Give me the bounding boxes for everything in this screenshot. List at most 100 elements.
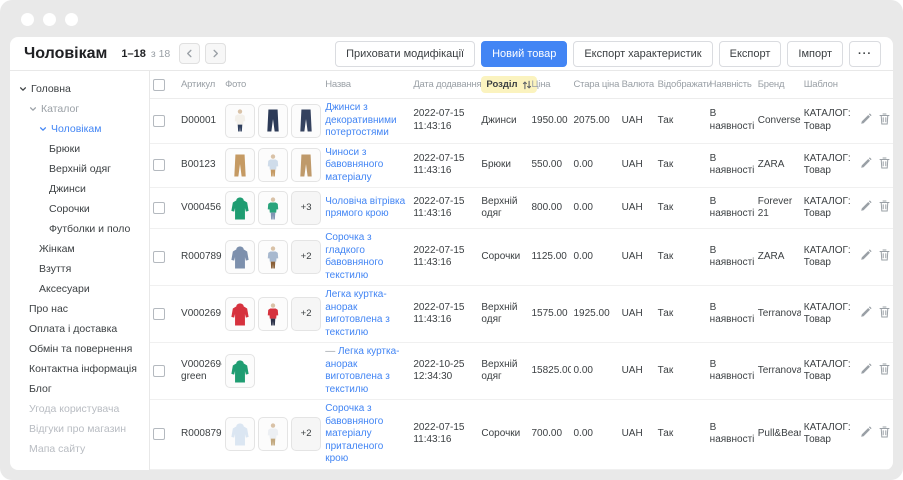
column-header-price[interactable]: Ціна xyxy=(528,71,570,99)
product-name-link[interactable]: Чоловіча вітрівка прямого крою xyxy=(325,196,405,220)
sidebar-item[interactable]: Аксесуари xyxy=(10,279,149,299)
edit-icon[interactable] xyxy=(860,249,872,261)
product-photo[interactable] xyxy=(291,104,321,138)
sidebar-item[interactable]: Брюки xyxy=(10,139,149,159)
product-photo[interactable] xyxy=(225,240,255,274)
sidebar-item[interactable]: Відгуки про магазин xyxy=(10,419,149,439)
column-header-availability[interactable]: Наявність xyxy=(707,71,755,99)
more-photos-badge[interactable]: +2 xyxy=(291,297,321,331)
more-photos-badge[interactable]: +2 xyxy=(291,417,321,451)
sidebar-item[interactable]: Про нас xyxy=(10,299,149,319)
sidebar-item[interactable]: Контактна інформація xyxy=(10,359,149,379)
export-button[interactable]: Експорт xyxy=(719,41,782,67)
sidebar-item[interactable]: Взуття xyxy=(10,259,149,279)
product-photo[interactable] xyxy=(225,354,255,388)
product-photo[interactable] xyxy=(225,191,255,225)
table-row: V000269-green— Легка куртка-анорак вигот… xyxy=(150,343,893,400)
table-header-row: Артикул Фото Назва Дата додавання Розділ… xyxy=(150,71,893,99)
next-page-button[interactable] xyxy=(205,43,226,64)
more-photos-badge[interactable]: +2 xyxy=(291,240,321,274)
sidebar-item[interactable]: Обмін та повернення xyxy=(10,339,149,359)
product-name-link[interactable]: — Легка куртка-анорак виготовлена з текс… xyxy=(325,346,399,395)
product-photo[interactable] xyxy=(258,417,288,451)
window-control-dot[interactable] xyxy=(43,13,56,26)
product-photo[interactable] xyxy=(225,104,255,138)
sidebar-item[interactable]: Чоловікам xyxy=(10,119,149,139)
sidebar-item[interactable]: Футболки и поло xyxy=(10,219,149,239)
export-characteristics-button[interactable]: Експорт характеристик xyxy=(573,41,712,67)
column-header-old-price[interactable]: Стара ціна xyxy=(571,71,619,99)
delete-icon[interactable] xyxy=(879,200,890,212)
product-name-link[interactable]: Сорочка з бавовняного матеріалу притален… xyxy=(325,403,383,464)
product-photo[interactable] xyxy=(225,297,255,331)
sidebar-item[interactable]: Угода користувача xyxy=(10,399,149,419)
sidebar-item-label: Відгуки про магазин xyxy=(29,423,126,435)
row-checkbox[interactable] xyxy=(153,115,165,127)
delete-icon[interactable] xyxy=(879,249,890,261)
product-photo[interactable] xyxy=(291,148,321,182)
sidebar-item[interactable]: Джинси xyxy=(10,179,149,199)
edit-icon[interactable] xyxy=(860,363,872,375)
column-header-brand[interactable]: Бренд xyxy=(755,71,801,99)
delete-icon[interactable] xyxy=(879,426,890,438)
import-button[interactable]: Імпорт xyxy=(787,41,843,67)
edit-icon[interactable] xyxy=(860,113,872,125)
row-checkbox[interactable] xyxy=(153,159,165,171)
row-checkbox[interactable] xyxy=(153,308,165,320)
product-name-link[interactable]: Сорочка з гладкого бавовняного текстилю xyxy=(325,232,383,281)
prev-page-button[interactable] xyxy=(179,43,200,64)
product-photo[interactable] xyxy=(225,148,255,182)
product-photo[interactable] xyxy=(258,191,288,225)
sidebar-item[interactable]: Сорочки xyxy=(10,199,149,219)
more-actions-button[interactable]: ··· xyxy=(849,41,881,67)
product-photo[interactable] xyxy=(225,417,255,451)
column-header-sku[interactable]: Артикул xyxy=(178,71,222,99)
sku-cell: B000321 xyxy=(178,469,222,470)
product-photo[interactable] xyxy=(258,297,288,331)
date-cell: 2022-07-1511:43:16 xyxy=(410,469,478,470)
edit-icon[interactable] xyxy=(860,200,872,212)
delete-icon[interactable] xyxy=(879,306,890,318)
column-header-date[interactable]: Дата додавання xyxy=(410,71,478,99)
hide-modifications-button[interactable]: Приховати модифікації xyxy=(335,41,475,67)
edit-icon[interactable] xyxy=(860,306,872,318)
sorted-column-highlight[interactable]: Розділ xyxy=(481,76,536,93)
sidebar-item[interactable]: Оплата і доставка xyxy=(10,319,149,339)
sidebar-item[interactable]: Жінкам xyxy=(10,239,149,259)
sidebar-item[interactable]: Головна xyxy=(10,79,149,99)
delete-icon[interactable] xyxy=(879,113,890,125)
more-photos-badge[interactable]: +3 xyxy=(291,191,321,225)
product-name-link[interactable]: Джинси з декоративними потертостями xyxy=(325,102,396,138)
column-header-name[interactable]: Назва xyxy=(322,71,410,99)
brand-cell: Forever 21 xyxy=(755,188,801,229)
delete-icon[interactable] xyxy=(879,157,890,169)
column-header-currency[interactable]: Валюта xyxy=(619,71,655,99)
trash-glyph xyxy=(879,113,890,125)
edit-icon[interactable] xyxy=(860,426,872,438)
new-product-button[interactable]: Новий товар xyxy=(481,41,567,67)
row-checkbox[interactable] xyxy=(153,251,165,263)
select-all-checkbox[interactable] xyxy=(153,79,165,91)
row-checkbox[interactable] xyxy=(153,365,165,377)
window-control-dot[interactable] xyxy=(21,13,34,26)
column-header-section[interactable]: Розділ xyxy=(478,71,528,99)
sidebar-item[interactable]: Каталог xyxy=(10,99,149,119)
old-price-cell: 0.00 xyxy=(571,229,619,286)
delete-icon[interactable] xyxy=(879,363,890,375)
row-checkbox[interactable] xyxy=(153,202,165,214)
product-photo[interactable] xyxy=(258,240,288,274)
column-header-template[interactable]: Шаблон xyxy=(801,71,857,99)
row-checkbox[interactable] xyxy=(153,428,165,440)
window-control-dot[interactable] xyxy=(65,13,78,26)
product-name-link[interactable]: Легка куртка-анорак виготовлена з тексти… xyxy=(325,289,390,338)
column-header-display[interactable]: Відображати xyxy=(655,71,707,99)
sidebar-item[interactable]: Верхній одяг xyxy=(10,159,149,179)
product-photo[interactable] xyxy=(258,104,288,138)
sidebar-item-label: Джинси xyxy=(49,183,86,195)
sidebar-item[interactable]: Мапа сайту xyxy=(10,439,149,459)
availability-cell: В наявності xyxy=(707,229,755,286)
product-photo[interactable] xyxy=(258,148,288,182)
product-name-link[interactable]: Чиноси з бавовняного матеріалу xyxy=(325,147,383,183)
edit-icon[interactable] xyxy=(860,157,872,169)
sidebar-item[interactable]: Блог xyxy=(10,379,149,399)
